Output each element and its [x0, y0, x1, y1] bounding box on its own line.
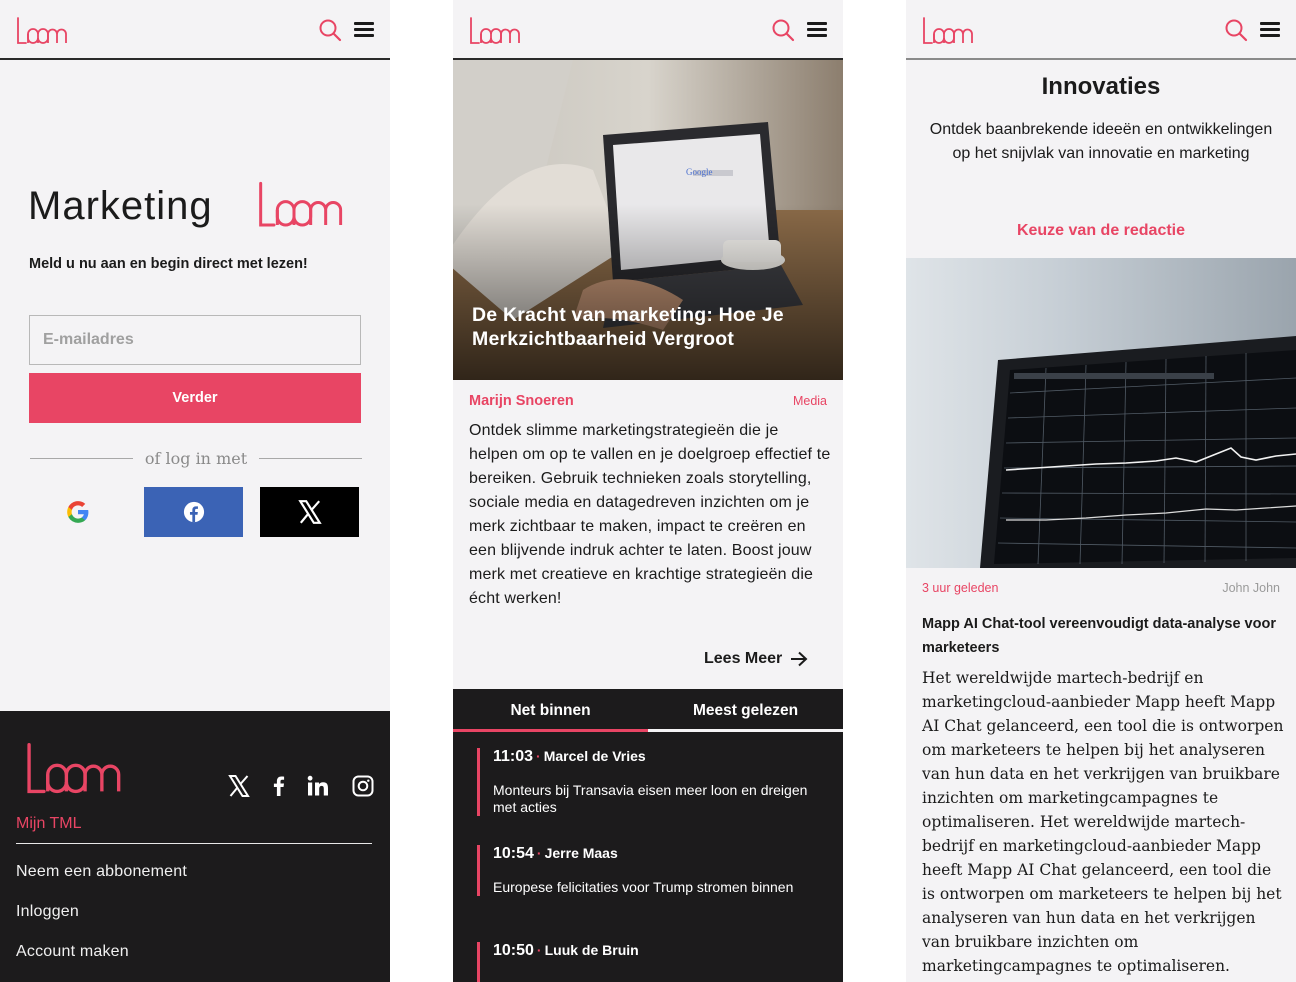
loom-logo[interactable] — [468, 16, 520, 46]
article-hero-image[interactable]: Google De Kracht van marketing: Hoe Je M… — [453, 60, 843, 380]
login-screen: Marketing Meld u nu aan en begin direct … — [0, 0, 390, 982]
search-icon[interactable] — [771, 18, 795, 42]
create-account-link[interactable]: Account maken — [16, 943, 129, 961]
news-headline: Monteurs bij Transavia eisen meer loon e… — [493, 782, 808, 815]
section-title: Innovaties — [1041, 73, 1161, 100]
instagram-icon[interactable] — [351, 774, 375, 798]
divider-line-left — [30, 458, 133, 459]
section-subtitle: Ontdek baanbrekende ideeën en ontwikkeli… — [929, 121, 1273, 162]
news-item[interactable]: 10:54 · Jerre Maas Europese felicitaties v… — [477, 845, 817, 896]
article-timestamp: 3 uur geleden — [922, 581, 999, 595]
x-icon — [297, 499, 323, 525]
hamburger-menu-icon[interactable] — [354, 22, 374, 38]
featured-article-image[interactable] — [906, 258, 1296, 568]
x-icon[interactable] — [227, 774, 251, 798]
article-category[interactable]: Media — [793, 394, 827, 408]
news-feed: Net binnen Meest gelezen 11:03 · Marcel de… — [453, 689, 843, 982]
tab-meest-gelezen[interactable]: Meest gelezen — [648, 689, 843, 732]
facebook-login-button[interactable] — [144, 487, 243, 537]
news-author: Marcel de Vries — [543, 748, 646, 764]
login-link[interactable]: Inloggen — [16, 903, 79, 921]
linkedin-icon[interactable] — [306, 774, 330, 798]
stock-chart-photo — [906, 258, 1296, 568]
loom-logo-large — [237, 180, 361, 230]
site-header — [453, 0, 843, 60]
article-body: Het wereldwijde martech-bedrijf en marke… — [922, 669, 1284, 975]
loom-logo[interactable] — [15, 16, 67, 46]
site-footer: Mijn TML Neem een abbonement Inloggen Ac… — [0, 711, 390, 982]
subscribe-link[interactable]: Neem een abbonement — [16, 863, 187, 881]
tab-net-binnen[interactable]: Net binnen — [453, 689, 648, 732]
read-more-link[interactable]: Lees Meer — [704, 650, 808, 668]
hamburger-menu-icon[interactable] — [1260, 22, 1280, 38]
footer-loom-logo[interactable] — [16, 741, 128, 797]
facebook-icon — [183, 501, 204, 523]
innovaties-screen: Innovaties Ontdek baanbrekende ideeën en… — [906, 0, 1296, 982]
brand-word: Marketing — [28, 184, 213, 228]
site-header — [0, 0, 390, 60]
editors-pick-link[interactable]: Keuze van de redactie — [906, 222, 1296, 240]
loom-logo[interactable] — [921, 16, 973, 46]
google-login-button[interactable] — [28, 487, 127, 537]
read-more-label: Lees Meer — [704, 650, 783, 667]
divider-line-right — [259, 458, 362, 459]
article-headline[interactable]: Mapp AI Chat-tool vereenvoudigt data-ana… — [922, 612, 1282, 660]
tab-underline — [648, 729, 843, 732]
site-header — [906, 0, 1296, 60]
x-login-button[interactable] — [260, 487, 359, 537]
news-author: Luuk de Bruin — [544, 942, 639, 958]
arrow-right-icon — [791, 651, 808, 667]
news-item[interactable]: 10:50 · Luuk de Bruin — [477, 942, 817, 982]
search-icon[interactable] — [1224, 18, 1248, 42]
news-time: 10:54 — [493, 845, 534, 862]
footer-divider — [16, 843, 372, 844]
article-author[interactable]: Marijn Snoeren — [469, 393, 574, 409]
news-time: 11:03 — [493, 748, 534, 765]
article-screen: Google De Kracht van marketing: Hoe Je M… — [453, 0, 843, 982]
article-title: De Kracht van marketing: Hoe Je Merkzich… — [472, 304, 784, 350]
news-time: 10:50 — [493, 942, 534, 959]
news-author: Jerre Maas — [544, 845, 618, 861]
search-icon[interactable] — [318, 18, 342, 42]
hamburger-menu-icon[interactable] — [807, 22, 827, 38]
email-field[interactable] — [29, 315, 361, 365]
facebook-icon[interactable] — [267, 774, 291, 798]
article-excerpt: Ontdek slimme marketingstrategieën die j… — [469, 422, 831, 607]
google-icon — [66, 501, 88, 523]
signup-text: Meld u nu aan en begin direct met lezen! — [29, 256, 308, 272]
news-item[interactable]: 11:03 · Marcel de Vries Monteurs bij Trans… — [477, 748, 817, 816]
divider-text: of log in met — [144, 449, 248, 468]
news-headline: Europese felicitaties voor Trump stromen… — [493, 879, 794, 895]
account-menu-label[interactable]: Mijn TML — [16, 815, 82, 833]
continue-button[interactable]: Verder — [29, 373, 361, 423]
article-author[interactable]: John John — [1222, 581, 1280, 595]
